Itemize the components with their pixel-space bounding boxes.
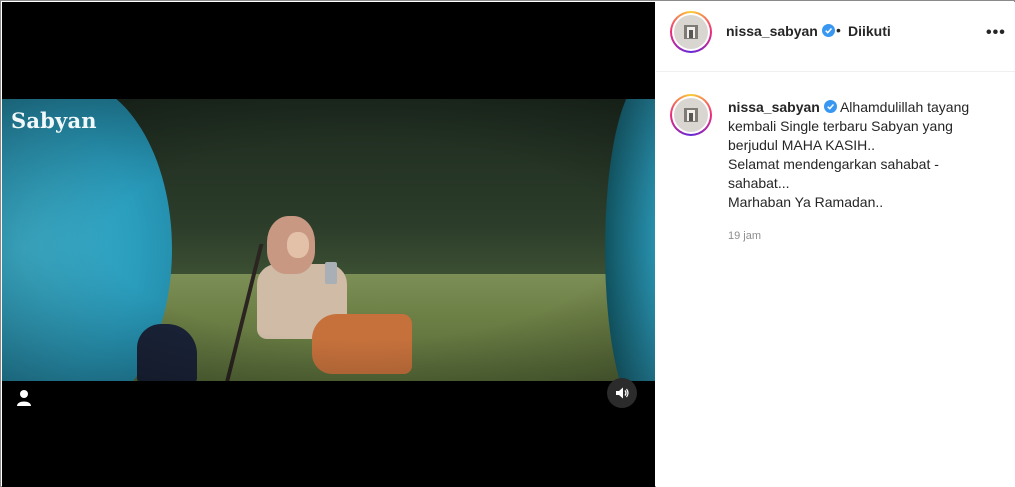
caption-line: Selamat mendengarkan sahabat - [728,156,939,172]
verified-badge-icon [823,100,837,113]
caption-line: sahabat... [728,175,790,191]
header-username-text[interactable]: nissa_sabyan [726,23,818,39]
speaker-icon [616,387,629,399]
follow-status-button[interactable]: Diikuti [848,23,891,39]
caption-line: kembali Single terbaru Sabyan yang [728,118,953,134]
more-options-icon[interactable]: ••• [986,24,1006,42]
user-icon[interactable] [16,389,32,407]
post-window: Sabyan nissa_sabyan • Diikuti ••• nissa_… [0,0,1015,487]
sound-button[interactable] [607,378,637,408]
video-vignette [2,99,655,381]
avatar[interactable] [670,11,712,53]
post-caption: nissa_sabyan Alhamdulillah tayang kembal… [728,98,1008,212]
avatar-picture-icon [684,108,698,122]
post-header: nissa_sabyan • Diikuti ••• [656,2,1015,72]
video-player[interactable]: Sabyan [2,99,655,381]
caption-text-first: Alhamdulillah tayang [839,99,970,115]
post-timestamp[interactable]: 19 jam [728,230,761,242]
video-watermark: Sabyan [11,108,97,133]
media-pane[interactable]: Sabyan [2,2,655,487]
caption-avatar[interactable] [670,94,712,136]
post-side-panel: nissa_sabyan • Diikuti ••• nissa_sabyan [656,2,1015,487]
caption-username[interactable]: nissa_sabyan [728,99,820,115]
header-separator: • [836,22,841,38]
caption-first-line: nissa_sabyan Alhamdulillah tayang [728,98,1008,117]
caption-line: berjudul MAHA KASIH.. [728,137,876,153]
caption-line: Marhaban Ya Ramadan.. [728,194,884,210]
caption-avatar-ring [672,96,710,134]
avatar-ring [672,13,710,51]
header-username[interactable]: nissa_sabyan [726,23,835,39]
avatar-picture-icon [684,25,698,39]
caption-avatar-image [674,98,708,132]
verified-badge-icon [821,24,835,37]
avatar-image [674,15,708,49]
